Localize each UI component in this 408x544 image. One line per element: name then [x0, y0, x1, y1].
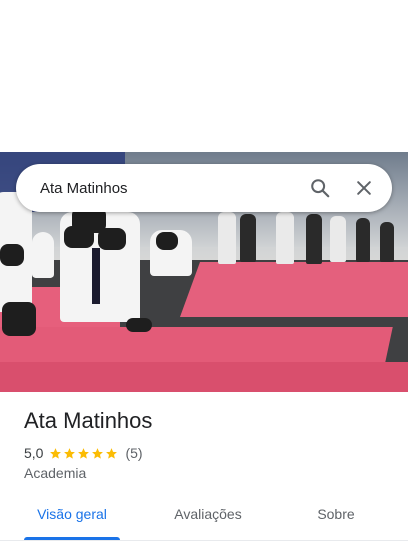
- map-blank-area: [0, 0, 408, 152]
- star-icon: [50, 447, 62, 459]
- search-icon[interactable]: [304, 172, 336, 204]
- search-input[interactable]: Ata Matinhos: [40, 180, 292, 197]
- rating-row[interactable]: 5,0 (5): [24, 445, 143, 461]
- tab-overview[interactable]: Visão geral: [24, 496, 120, 540]
- place-category[interactable]: Academia: [24, 465, 86, 481]
- star-icon: [92, 447, 104, 459]
- search-bar[interactable]: Ata Matinhos: [16, 164, 392, 212]
- tab-label: Avaliações: [174, 506, 242, 522]
- rating-value: 5,0: [24, 445, 44, 461]
- tab-about[interactable]: Sobre: [306, 496, 366, 532]
- star-icon: [106, 447, 118, 459]
- tab-reviews[interactable]: Avaliações: [158, 496, 258, 532]
- tab-label: Sobre: [317, 506, 355, 522]
- place-tabs: Visão geral Avaliações Sobre: [0, 496, 408, 541]
- star-icon: [64, 447, 76, 459]
- star-rating: [49, 447, 119, 460]
- close-icon[interactable]: [348, 172, 380, 204]
- place-title: Ata Matinhos: [24, 408, 153, 433]
- tab-label: Visão geral: [37, 506, 107, 522]
- star-icon: [78, 447, 90, 459]
- active-tab-indicator: [24, 537, 120, 540]
- review-count[interactable]: (5): [125, 445, 142, 461]
